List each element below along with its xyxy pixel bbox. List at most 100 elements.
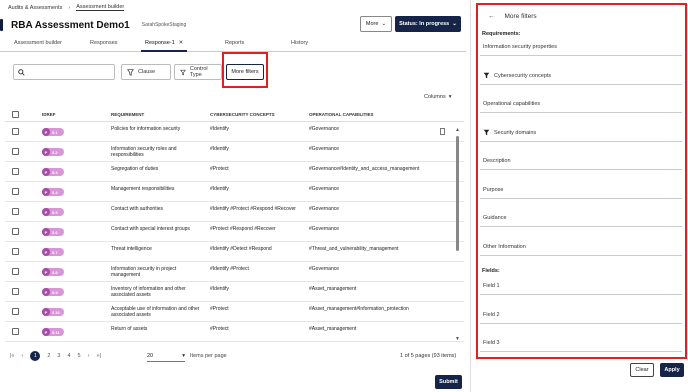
row-checkbox[interactable] (12, 328, 19, 335)
idref-value: 5.2 (52, 149, 58, 155)
columns-button[interactable]: Columns ▾ (424, 94, 451, 100)
badge-letter: P (42, 208, 50, 216)
tab-reports[interactable]: Reports (225, 40, 244, 52)
badge-letter: P (42, 188, 50, 196)
tab-response-1[interactable]: Response-1 ✕ (141, 40, 188, 52)
pagination: |« ‹ 1 2 3 4 5 › »| (10, 351, 101, 361)
row-checkbox[interactable] (12, 288, 19, 295)
row-checkbox[interactable] (12, 308, 19, 315)
page-1[interactable]: 1 (30, 351, 41, 361)
control-type-filter-button[interactable]: Control Type (174, 64, 222, 80)
page-4[interactable]: 4 (67, 353, 70, 359)
requirement-cell: Segregation of duties (111, 166, 159, 172)
fields-label: Fields: (482, 268, 500, 274)
filter-field[interactable]: Other Information (480, 238, 682, 256)
filter-field[interactable]: Guidance (480, 210, 682, 227)
tab-bar: Assessment builder Responses Response-1 ✕… (0, 38, 466, 52)
requirement-cell: Management responsibilities (111, 186, 175, 192)
breadcrumb-audits[interactable]: Audits & Assessments (8, 5, 62, 11)
filter-field[interactable]: Information security properties (480, 39, 682, 56)
idref-value: 5.10 (52, 309, 60, 315)
next-page-icon[interactable]: › (88, 353, 90, 359)
filter-field[interactable]: Cybersecurity concepts (480, 67, 682, 85)
idref-badge: P 5.4 (42, 188, 64, 196)
table-row[interactable]: P 5.4 Management responsibilities #Identify… (5, 182, 464, 202)
breadcrumb-assessment-builder[interactable]: Assessment builder (76, 4, 125, 11)
table-row[interactable]: P 5.3 Segregation of duties #Protect #Govern… (5, 162, 464, 182)
idref-badge: P 5.1 (42, 128, 64, 136)
page-3[interactable]: 3 (57, 353, 60, 359)
row-checkbox[interactable] (12, 248, 19, 255)
requirement-cell: Acceptable use of information and other … (111, 306, 200, 318)
operational-cell: #Governance (309, 266, 340, 272)
clause-filter-button[interactable]: Clause (121, 64, 171, 80)
table-row[interactable]: P 5.8 Information security in project mana… (5, 262, 464, 282)
columns-label: Columns (424, 94, 446, 100)
table-row[interactable]: P 5.5 Contact with authorities #Identify #P… (5, 202, 464, 222)
cybersecurity-cell: #Identify (210, 186, 229, 192)
page-2[interactable]: 2 (47, 353, 50, 359)
last-page-icon[interactable]: »| (96, 353, 101, 359)
close-icon[interactable]: ✕ (179, 40, 184, 46)
back-arrow-icon[interactable]: ← (488, 13, 495, 20)
filter-field-label: Description (483, 158, 511, 164)
row-checkbox[interactable] (12, 268, 19, 275)
row-checkbox[interactable] (12, 128, 19, 135)
first-page-icon[interactable]: |« (10, 353, 15, 359)
per-page-select[interactable]: 20 ▾ (147, 351, 185, 362)
table-row[interactable]: P 5.1 Policies for information security #Id… (5, 122, 464, 142)
page-5[interactable]: 5 (78, 353, 81, 359)
title-row: RBA Assessment Demo1 SarahSpokeStaging (0, 19, 186, 31)
table-row[interactable]: P 5.6 Contact with special interest groups… (5, 222, 464, 242)
table-scrollbar[interactable]: ▲ ▼ (455, 127, 460, 342)
row-checkbox[interactable] (12, 148, 19, 155)
custom-field[interactable]: Field 1 (480, 278, 682, 295)
select-all-checkbox[interactable] (12, 111, 19, 118)
custom-field[interactable]: Field 2 (480, 306, 682, 324)
tab-responses[interactable]: Responses (90, 40, 118, 52)
custom-field[interactable]: Field 3 (480, 335, 682, 352)
scroll-thumb[interactable] (456, 136, 459, 251)
idref-value: 5.9 (52, 289, 58, 295)
filter-field[interactable]: Operational capabilities (480, 96, 682, 113)
breadcrumb: Audits & Assessments › Assessment builde… (8, 4, 125, 11)
table-row[interactable]: P 5.11 Return of assets #Protect #Asset_mana… (5, 322, 464, 342)
tab-history[interactable]: History (291, 40, 308, 52)
prev-page-icon[interactable]: ‹ (22, 353, 24, 359)
header-idref: IDREF (42, 112, 56, 117)
requirement-cell: Contact with special interest groups (111, 226, 190, 232)
row-checkbox[interactable] (12, 228, 19, 235)
filter-field[interactable]: Purpose (480, 181, 682, 199)
operational-cell: #Threat_and_vulnerability_management (309, 246, 399, 252)
submit-button[interactable]: Submit (435, 375, 462, 389)
requirements-table: IDREF REQUIREMENT CYBERSECURITY CONCEPTS… (5, 107, 464, 342)
row-checkbox[interactable] (12, 168, 19, 175)
table-row[interactable]: P 5.2 Information security roles and respo… (5, 142, 464, 162)
table-row[interactable]: P 5.7 Threat intelligence #Identify #Detect… (5, 242, 464, 262)
scroll-down-icon[interactable]: ▼ (455, 336, 460, 342)
more-filters-button[interactable]: More filters (226, 64, 264, 80)
operational-cell: #Asset_management (309, 326, 357, 332)
clear-button[interactable]: Clear (630, 363, 654, 377)
operational-cell: #Governance (309, 186, 340, 192)
apply-button[interactable]: Apply (660, 363, 684, 377)
badge-letter: P (42, 268, 50, 276)
idref-badge: P 5.8 (42, 268, 64, 276)
table-row[interactable]: P 5.10 Acceptable use of information and o… (5, 302, 464, 322)
filter-field[interactable]: Description (480, 153, 682, 170)
search-input[interactable] (13, 64, 115, 80)
scroll-up-icon[interactable]: ▲ (455, 127, 460, 133)
status-button[interactable]: Status: In progress ⌄ (395, 16, 461, 32)
filter-field-label: Operational capabilities (483, 101, 541, 107)
row-checkbox[interactable] (12, 208, 19, 215)
header-operational-capabilities: OPERATIONAL CAPABILITIES (309, 112, 374, 117)
idref-badge: P 5.6 (42, 228, 64, 236)
row-checkbox[interactable] (12, 188, 19, 195)
filter-field[interactable]: Security domains (480, 124, 682, 142)
more-button[interactable]: More ⌄ (360, 16, 392, 32)
tab-assessment-builder[interactable]: Assessment builder (14, 40, 62, 52)
page-info: 1 of 5 pages (93 items) (400, 353, 457, 359)
table-row[interactable]: P 5.9 Inventory of information and other a… (5, 282, 464, 302)
document-icon[interactable] (440, 128, 445, 135)
badge-letter: P (42, 328, 50, 336)
